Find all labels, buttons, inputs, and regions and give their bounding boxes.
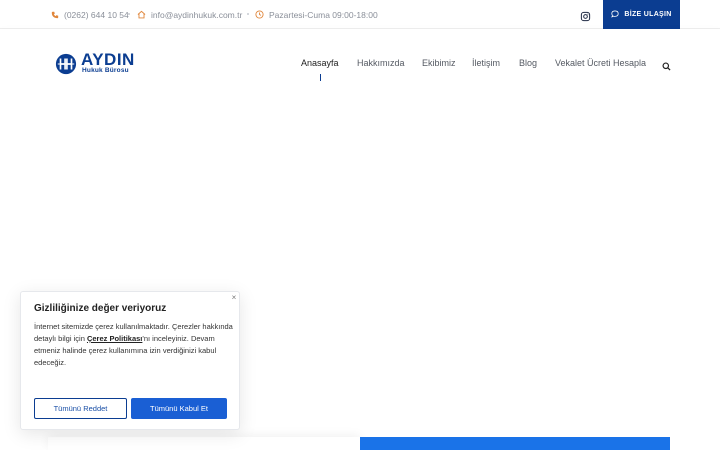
site-logo[interactable]: AYDIN Hukuk Bürosu: [55, 50, 145, 76]
logo-subtitle: Hukuk Bürosu: [82, 67, 129, 74]
nav-item-fee-calculator[interactable]: Vekalet Ücreti Hesapla: [555, 58, 646, 68]
reject-all-button[interactable]: Tümünü Reddet: [34, 398, 127, 419]
working-hours-text: Pazartesi-Cuma 09:00-18:00: [269, 9, 378, 20]
top-bar-separator: [128, 13, 130, 15]
working-hours: Pazartesi-Cuma 09:00-18:00: [255, 0, 378, 29]
phone-contact[interactable]: (0262) 644 10 54: [50, 0, 129, 29]
cookie-title: Gizliliğinize değer veriyoruz: [34, 303, 167, 314]
email-address: info@aydinhukuk.com.tr: [151, 9, 243, 20]
clock-icon: [255, 10, 264, 19]
phone-icon: [50, 10, 59, 19]
top-bar-separator: [247, 13, 249, 15]
nav-item-home[interactable]: Anasayfa: [301, 58, 339, 68]
logo-mark-icon: [55, 53, 77, 75]
cookie-policy-link[interactable]: Çerez Politikası: [87, 334, 142, 343]
email-contact[interactable]: info@aydinhukuk.com.tr: [137, 0, 242, 29]
logo-name: AYDIN: [81, 50, 135, 69]
chat-icon: [611, 10, 619, 20]
phone-number: (0262) 644 10 54: [64, 9, 129, 20]
nav-active-indicator: [320, 74, 321, 81]
page: (0262) 644 10 54 info@aydinhukuk.com.tr …: [0, 0, 720, 450]
instagram-icon[interactable]: [580, 9, 591, 22]
home-icon: [137, 10, 146, 19]
accept-all-button[interactable]: Tümünü Kabul Et: [131, 398, 227, 419]
nav-item-contact[interactable]: İletişim: [472, 58, 500, 68]
info-panel-left: [48, 437, 360, 450]
contact-us-button[interactable]: BİZE ULAŞIN: [603, 0, 680, 29]
close-icon[interactable]: ×: [230, 294, 238, 302]
nav-item-team[interactable]: Ekibimiz: [422, 58, 456, 68]
main-header: AYDIN Hukuk Bürosu Anasayfa Hakkımızda E…: [0, 29, 720, 99]
top-bar: (0262) 644 10 54 info@aydinhukuk.com.tr …: [0, 0, 720, 29]
cookie-message: İnternet sitemizde çerez kullanılmaktadı…: [34, 321, 234, 369]
nav-item-about[interactable]: Hakkımızda: [357, 58, 405, 68]
contact-us-label: BİZE ULAŞIN: [624, 11, 672, 18]
nav-item-blog[interactable]: Blog: [519, 58, 537, 68]
cookie-consent-dialog: × Gizliliğinize değer veriyoruz İnternet…: [20, 291, 240, 430]
search-icon[interactable]: [662, 58, 671, 71]
info-panel-right: [360, 437, 670, 450]
